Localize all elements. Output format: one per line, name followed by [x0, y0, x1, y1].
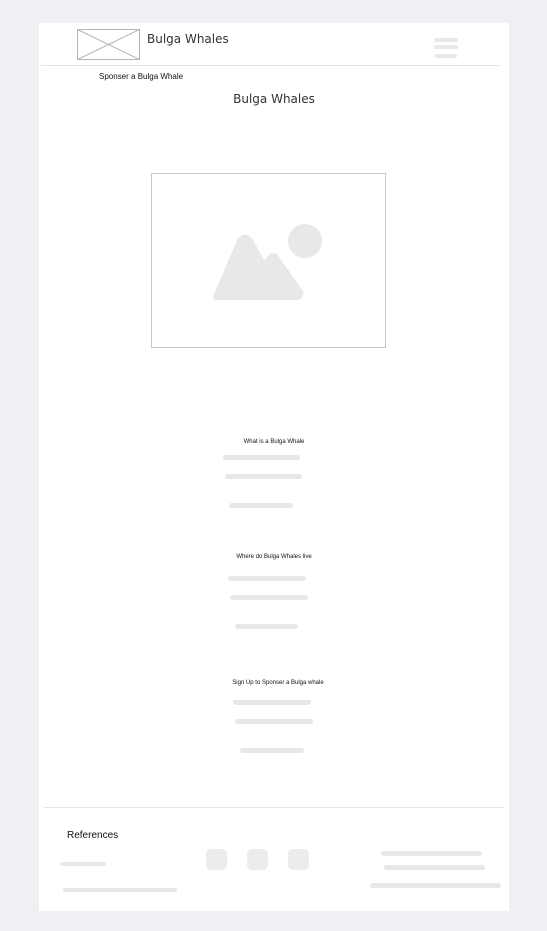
text-placeholder-line: [381, 851, 482, 856]
text-placeholder-line: [384, 865, 485, 870]
nav-link-sponsor[interactable]: Sponser a Bulga Whale: [99, 72, 183, 81]
text-placeholder-line: [240, 748, 304, 753]
text-placeholder-line: [228, 576, 306, 581]
image-placeholder-icon: [213, 224, 322, 300]
social-icon[interactable]: [288, 849, 309, 870]
header-divider: [41, 65, 500, 66]
page-title: Bulga Whales: [233, 92, 315, 106]
text-placeholder-line: [370, 883, 501, 888]
brand-name[interactable]: Bulga Whales: [147, 32, 229, 46]
references-heading: References: [67, 830, 119, 841]
section-title-what-is: What is a Bulga Whale: [243, 439, 305, 445]
text-placeholder-line: [230, 595, 308, 600]
section-title-sign-up: Sign Up to Sponser a Bulga whale: [232, 680, 324, 686]
footer-divider: [44, 807, 504, 808]
logo-placeholder-icon[interactable]: [77, 29, 140, 60]
text-placeholder-line: [60, 862, 106, 866]
section-title-where-live: Where do Bulga Whales live: [236, 554, 312, 560]
text-placeholder-line: [223, 455, 300, 460]
text-placeholder-line: [63, 888, 177, 892]
hamburger-menu-icon[interactable]: [434, 38, 460, 62]
text-placeholder-line: [235, 624, 298, 629]
social-icon[interactable]: [247, 849, 268, 870]
text-placeholder-line: [235, 719, 313, 724]
text-placeholder-line: [225, 474, 302, 479]
social-icon[interactable]: [206, 849, 227, 870]
text-placeholder-line: [229, 503, 293, 508]
page-container: Bulga Whales Sponser a Bulga Whale Bulga…: [39, 23, 509, 911]
text-placeholder-line: [233, 700, 311, 705]
hero-image: [151, 173, 386, 348]
